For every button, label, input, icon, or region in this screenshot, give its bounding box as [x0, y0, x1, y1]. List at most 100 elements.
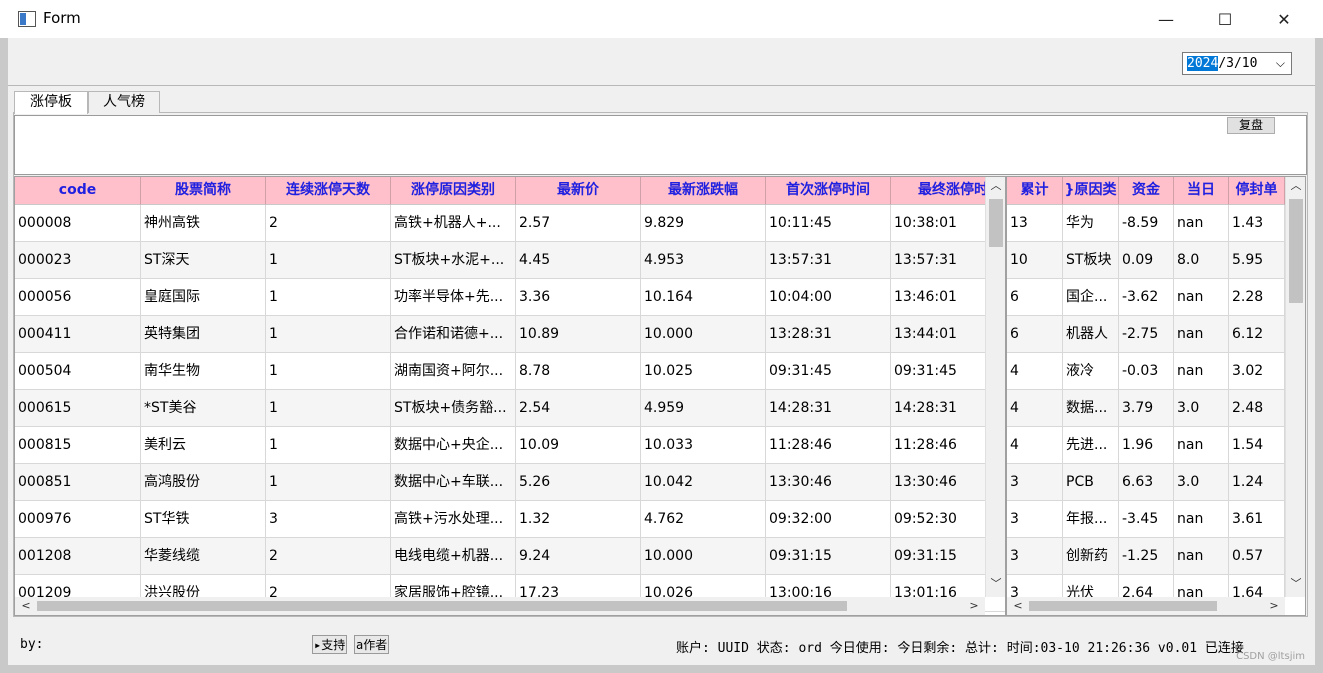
- side-vertical-scrollbar[interactable]: ︿ ﹀: [1285, 177, 1305, 597]
- table-cell[interactable]: nan: [1174, 279, 1229, 316]
- table-cell[interactable]: 4: [1007, 353, 1063, 390]
- table-row[interactable]: 13 华为 -8.59 nan 1.43: [1007, 205, 1285, 242]
- table-cell[interactable]: 1.32: [516, 501, 641, 538]
- table-cell[interactable]: 3.0: [1174, 390, 1229, 427]
- table-cell[interactable]: 2: [266, 205, 391, 242]
- table-cell[interactable]: 10.042: [641, 464, 766, 501]
- table-row[interactable]: 001208 华菱线缆 2 电线电缆+机器... 9.24 10.000 09:31:15 0…: [15, 538, 1005, 575]
- table-cell[interactable]: 功率半导体+先...: [391, 279, 516, 316]
- table-cell[interactable]: 南华生物: [141, 353, 266, 390]
- table-cell[interactable]: 3: [1007, 464, 1063, 501]
- table-cell[interactable]: 000851: [15, 464, 141, 501]
- column-header[interactable]: 累计: [1007, 177, 1063, 205]
- table-cell[interactable]: ST板块+水泥+...: [391, 242, 516, 279]
- table-row[interactable]: 000504 南华生物 1 湖南国资+阿尔... 8.78 10.025 09:31:45 0…: [15, 353, 1005, 390]
- table-cell[interactable]: 1: [266, 464, 391, 501]
- table-cell[interactable]: 10.164: [641, 279, 766, 316]
- table-cell[interactable]: 000056: [15, 279, 141, 316]
- table-cell[interactable]: 000976: [15, 501, 141, 538]
- table-cell[interactable]: ST深天: [141, 242, 266, 279]
- scroll-thumb[interactable]: [989, 199, 1003, 247]
- table-row[interactable]: 000411 英特集团 1 合作诺和诺德+... 10.89 10.000 13:28:31…: [15, 316, 1005, 353]
- table-cell[interactable]: 3: [1007, 538, 1063, 575]
- table-cell[interactable]: 4.953: [641, 242, 766, 279]
- table-cell[interactable]: 000815: [15, 427, 141, 464]
- table-cell[interactable]: 华为: [1063, 205, 1119, 242]
- table-cell[interactable]: 1: [266, 316, 391, 353]
- tab-limit-up[interactable]: 涨停板: [14, 91, 88, 114]
- table-cell[interactable]: 10.89: [516, 316, 641, 353]
- scroll-left-icon[interactable]: <: [17, 597, 35, 615]
- table-cell[interactable]: 000008: [15, 205, 141, 242]
- table-cell[interactable]: 5.26: [516, 464, 641, 501]
- table-cell[interactable]: 000615: [15, 390, 141, 427]
- table-cell[interactable]: PCB: [1063, 464, 1119, 501]
- table-cell[interactable]: 6: [1007, 279, 1063, 316]
- chevron-down-icon[interactable]: ⌵: [1276, 53, 1285, 74]
- table-cell[interactable]: 2: [266, 538, 391, 575]
- table-cell[interactable]: 001208: [15, 538, 141, 575]
- table-cell[interactable]: 13:30:46: [766, 464, 891, 501]
- table-row[interactable]: 4 数据... 3.79 3.0 2.48: [1007, 390, 1285, 427]
- table-cell[interactable]: 1: [266, 242, 391, 279]
- table-row[interactable]: 000851 高鸿股份 1 数据中心+车联... 5.26 10.042 13:30:46 1…: [15, 464, 1005, 501]
- column-header[interactable]: }原因类: [1063, 177, 1119, 205]
- table-row[interactable]: 3 创新药 -1.25 nan 0.57: [1007, 538, 1285, 575]
- table-cell[interactable]: *ST美谷: [141, 390, 266, 427]
- table-cell[interactable]: 13: [1007, 205, 1063, 242]
- table-cell[interactable]: -3.62: [1119, 279, 1174, 316]
- table-cell[interactable]: ST华铁: [141, 501, 266, 538]
- table-cell[interactable]: 数据中心+车联...: [391, 464, 516, 501]
- table-cell[interactable]: ST板块+债务豁...: [391, 390, 516, 427]
- table-cell[interactable]: 13:57:31: [766, 242, 891, 279]
- scroll-thumb[interactable]: [1029, 601, 1217, 611]
- table-row[interactable]: 10 ST板块 0.09 8.0 5.95: [1007, 242, 1285, 279]
- table-cell[interactable]: 0.57: [1229, 538, 1285, 575]
- column-header[interactable]: code: [15, 177, 141, 205]
- table-cell[interactable]: 2.28: [1229, 279, 1285, 316]
- table-cell[interactable]: -1.25: [1119, 538, 1174, 575]
- table-row[interactable]: 6 国企... -3.62 nan 2.28: [1007, 279, 1285, 316]
- table-cell[interactable]: 3.61: [1229, 501, 1285, 538]
- table-cell[interactable]: 2.48: [1229, 390, 1285, 427]
- scroll-right-icon[interactable]: >: [965, 597, 983, 615]
- table-cell[interactable]: 电线电缆+机器...: [391, 538, 516, 575]
- minimize-button[interactable]: —: [1137, 0, 1195, 38]
- table-row[interactable]: 000976 ST华铁 3 高铁+污水处理... 1.32 4.762 09:32:00 09…: [15, 501, 1005, 538]
- table-cell[interactable]: 10: [1007, 242, 1063, 279]
- table-cell[interactable]: 美利云: [141, 427, 266, 464]
- table-cell[interactable]: 1: [266, 279, 391, 316]
- table-cell[interactable]: 10.033: [641, 427, 766, 464]
- table-cell[interactable]: 000504: [15, 353, 141, 390]
- column-header[interactable]: 资金: [1119, 177, 1174, 205]
- table-cell[interactable]: 高鸿股份: [141, 464, 266, 501]
- table-cell[interactable]: 6.12: [1229, 316, 1285, 353]
- table-row[interactable]: 000056 皇庭国际 1 功率半导体+先... 3.36 10.164 10:04:00 1…: [15, 279, 1005, 316]
- table-cell[interactable]: 1.24: [1229, 464, 1285, 501]
- table-cell[interactable]: nan: [1174, 538, 1229, 575]
- scroll-up-icon[interactable]: ︿: [986, 177, 1005, 195]
- scroll-left-icon[interactable]: <: [1009, 597, 1027, 615]
- table-cell[interactable]: 数据中心+央企...: [391, 427, 516, 464]
- table-cell[interactable]: 合作诺和诺德+...: [391, 316, 516, 353]
- table-cell[interactable]: 机器人: [1063, 316, 1119, 353]
- table-cell[interactable]: nan: [1174, 205, 1229, 242]
- table-cell[interactable]: 3: [1007, 501, 1063, 538]
- table-cell[interactable]: 4: [1007, 390, 1063, 427]
- table-cell[interactable]: 5.95: [1229, 242, 1285, 279]
- main-horizontal-scrollbar[interactable]: < >: [15, 597, 985, 615]
- table-cell[interactable]: 0.09: [1119, 242, 1174, 279]
- maximize-button[interactable]: ☐: [1196, 0, 1254, 38]
- table-cell[interactable]: 000411: [15, 316, 141, 353]
- table-row[interactable]: 000023 ST深天 1 ST板块+水泥+... 4.45 4.953 13:57:31 1…: [15, 242, 1005, 279]
- table-cell[interactable]: 10.000: [641, 538, 766, 575]
- table-cell[interactable]: 13:28:31: [766, 316, 891, 353]
- date-picker[interactable]: 2024/3/10 ⌵: [1182, 52, 1292, 75]
- table-row[interactable]: 000615 *ST美谷 1 ST板块+债务豁... 2.54 4.959 14:28:31…: [15, 390, 1005, 427]
- column-header[interactable]: 股票简称: [141, 177, 266, 205]
- table-cell[interactable]: nan: [1174, 501, 1229, 538]
- table-cell[interactable]: 09:31:45: [766, 353, 891, 390]
- table-cell[interactable]: 神州高铁: [141, 205, 266, 242]
- table-cell[interactable]: 1.96: [1119, 427, 1174, 464]
- table-cell[interactable]: 10.09: [516, 427, 641, 464]
